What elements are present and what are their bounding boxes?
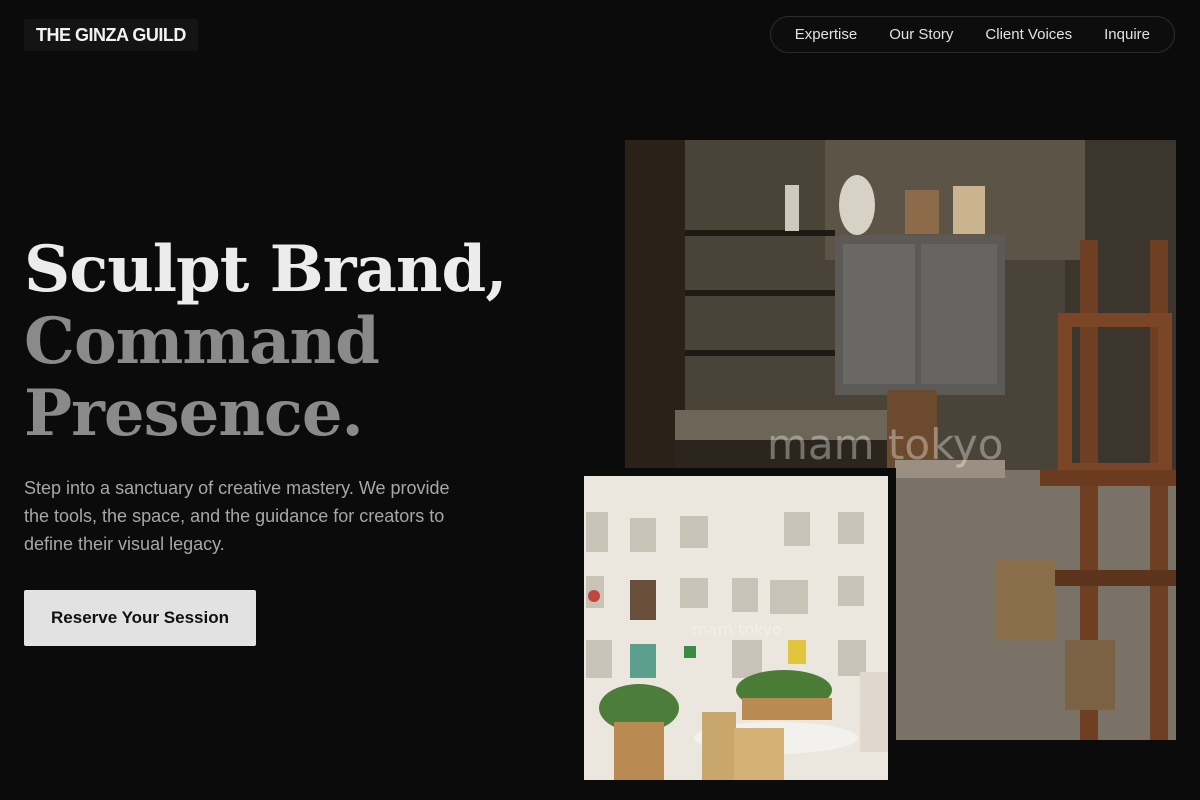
brand-logo[interactable]: THE GINZA GUILD	[24, 19, 198, 51]
nav-item-expertise[interactable]: Expertise	[795, 26, 858, 43]
main-nav: Expertise Our Story Client Voices Inquir…	[769, 16, 1175, 53]
brand-name: THE GINZA GUILD	[36, 24, 186, 45]
nav-item-inquire[interactable]: Inquire	[1104, 26, 1150, 43]
headline-line-2: Command	[24, 304, 380, 379]
headline-line-3: Presence.	[24, 376, 364, 451]
headline-line-1: Sculpt Brand,	[24, 232, 507, 307]
nav-item-client-voices[interactable]: Client Voices	[985, 26, 1072, 43]
reserve-session-button[interactable]: Reserve Your Session	[24, 590, 256, 646]
nav-item-our-story[interactable]: Our Story	[889, 26, 953, 43]
hero-headline: Sculpt Brand, Command Presence.	[24, 232, 507, 451]
hero-lede: Step into a sanctuary of creative master…	[24, 478, 450, 554]
gallery-wall-illustration	[584, 476, 888, 780]
gallery-wall-photo: mam tokyo	[576, 468, 896, 788]
